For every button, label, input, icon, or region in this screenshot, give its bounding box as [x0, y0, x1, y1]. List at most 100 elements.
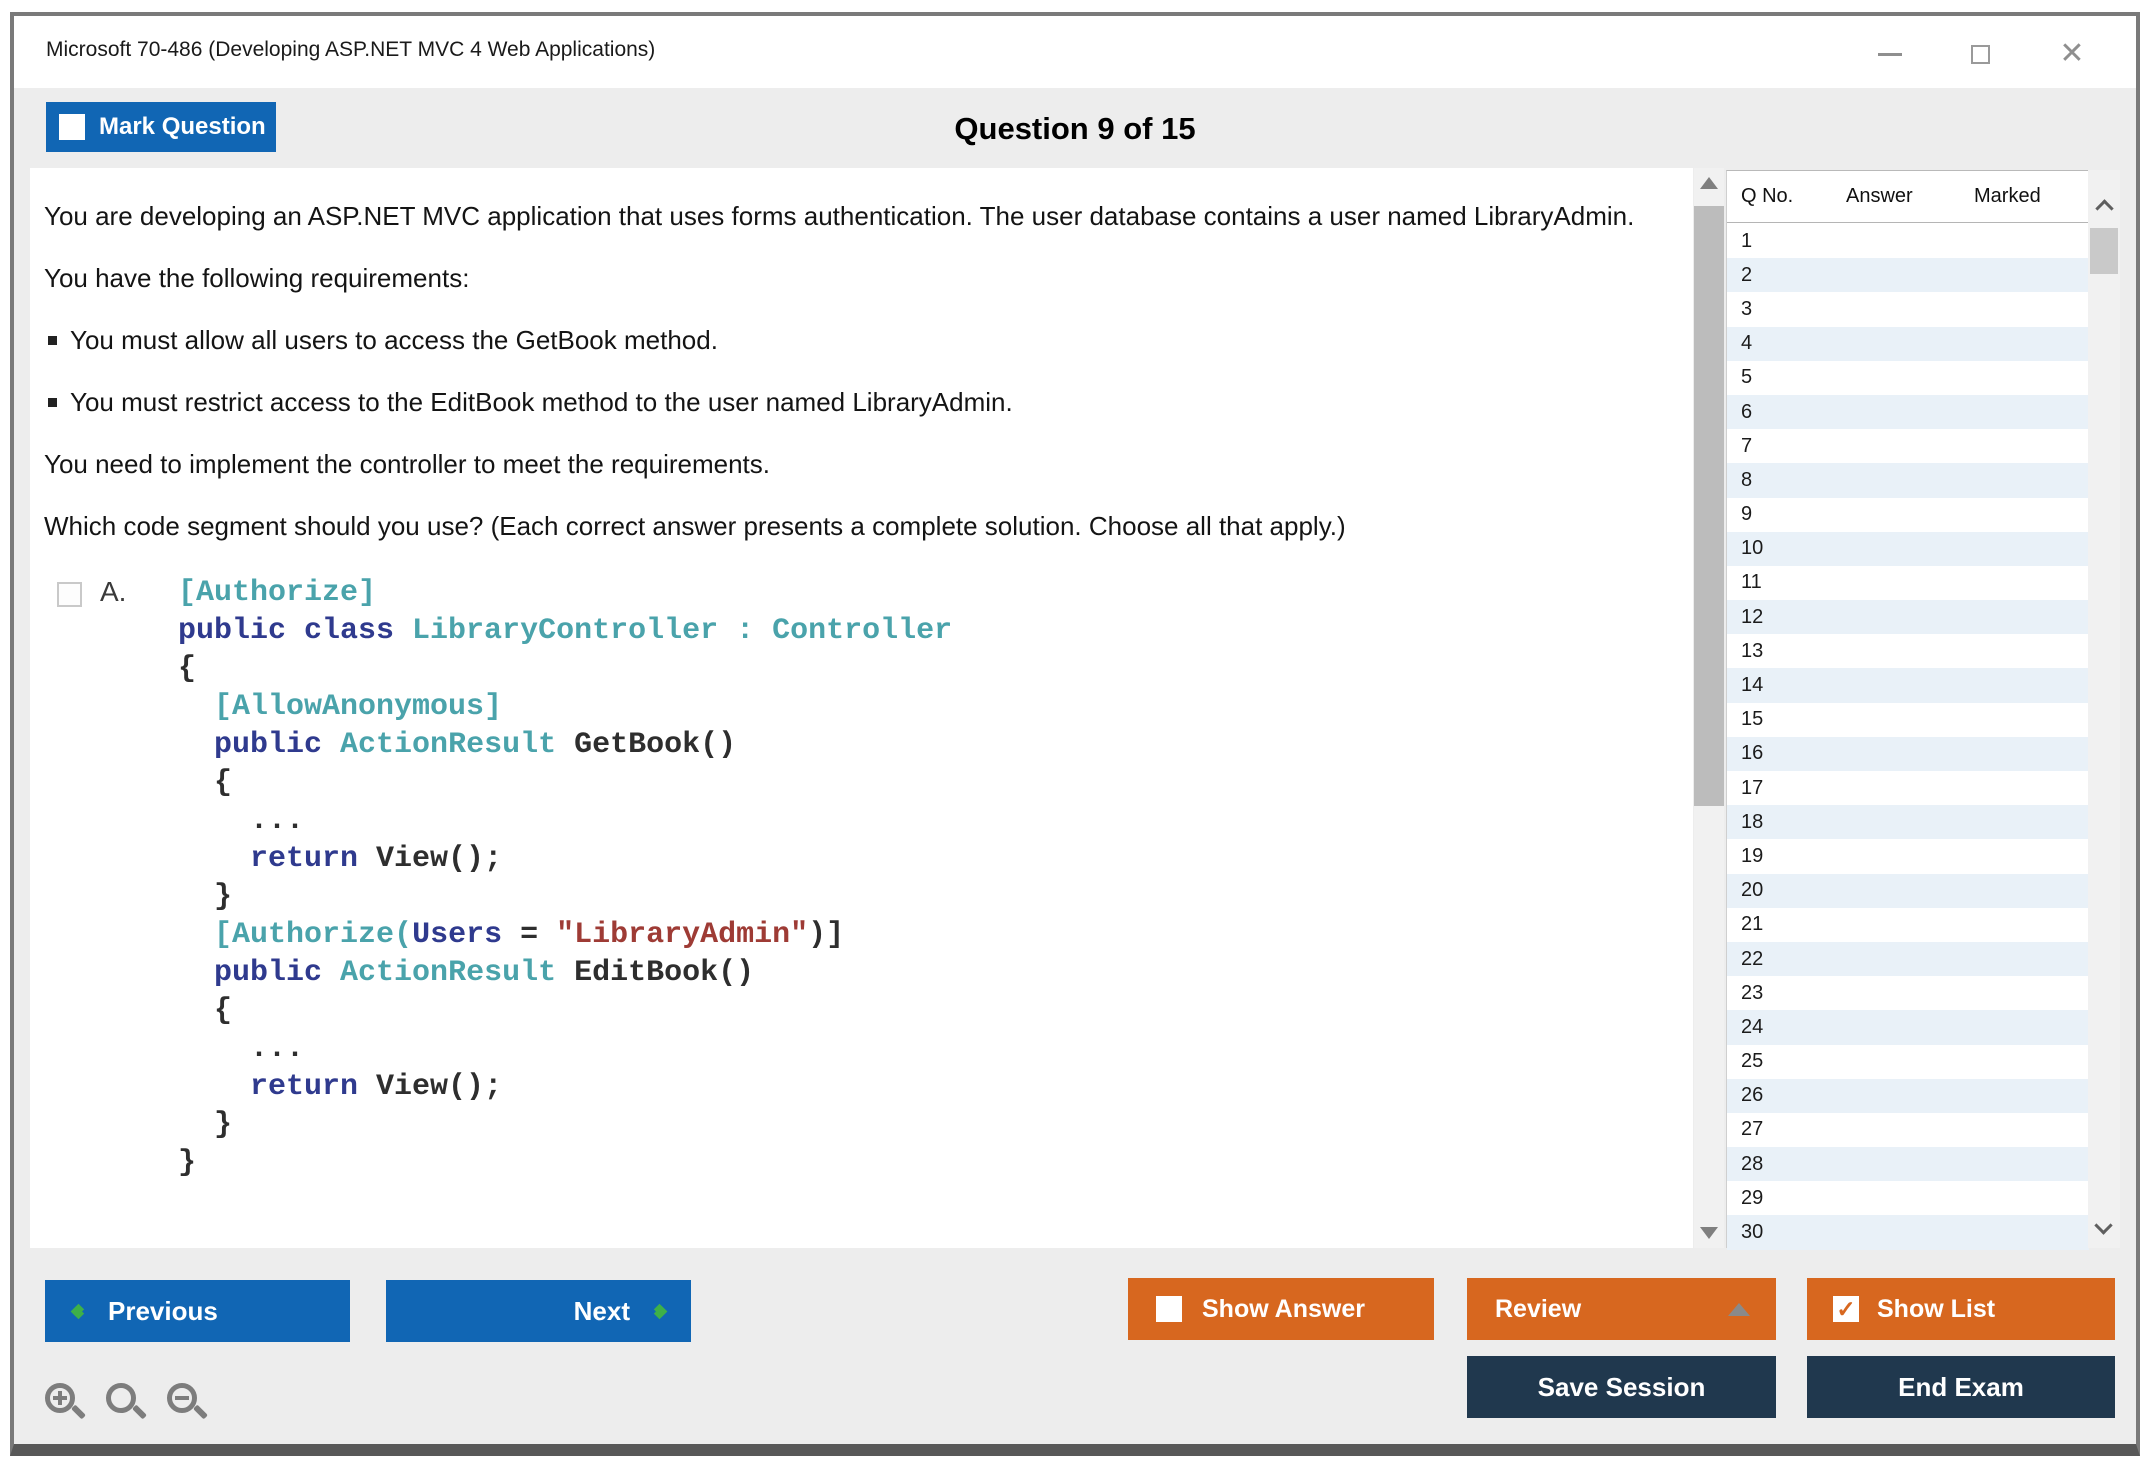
- previous-button[interactable]: Previous: [45, 1280, 350, 1342]
- question-list-row[interactable]: 20: [1727, 874, 2089, 908]
- question-list-row[interactable]: 19: [1727, 839, 2089, 873]
- next-button[interactable]: Next: [386, 1280, 691, 1342]
- question-list-row[interactable]: 5: [1727, 361, 2089, 395]
- review-button[interactable]: Review: [1467, 1278, 1776, 1340]
- show-answer-button[interactable]: Show Answer: [1128, 1278, 1434, 1340]
- save-session-button[interactable]: Save Session: [1467, 1356, 1776, 1418]
- row-question-number: 6: [1727, 401, 1832, 424]
- row-question-number: 19: [1727, 845, 1832, 868]
- row-question-number: 27: [1727, 1118, 1832, 1141]
- show-list-checkbox[interactable]: ✓: [1833, 1296, 1859, 1322]
- question-list-row[interactable]: 15: [1727, 703, 2089, 737]
- chevron-left-icon: [71, 1303, 87, 1319]
- row-question-number: 21: [1727, 913, 1832, 936]
- chevron-right-icon: [652, 1303, 668, 1319]
- question-list-row[interactable]: 14: [1727, 668, 2089, 702]
- question-list-row[interactable]: 25: [1727, 1045, 2089, 1079]
- zoom-in-icon[interactable]: [45, 1383, 89, 1427]
- row-question-number: 30: [1727, 1221, 1832, 1244]
- question-list-row[interactable]: 11: [1727, 566, 2089, 600]
- question-list-scrollbar-thumb[interactable]: [2090, 228, 2118, 274]
- question-list-row[interactable]: 26: [1727, 1079, 2089, 1113]
- column-answer: Answer: [1846, 185, 1913, 208]
- row-question-number: 25: [1727, 1050, 1832, 1073]
- row-question-number: 7: [1727, 435, 1832, 458]
- row-question-number: 14: [1727, 674, 1832, 697]
- question-list-row[interactable]: 24: [1727, 1010, 2089, 1044]
- row-question-number: 28: [1727, 1153, 1832, 1176]
- question-list-row[interactable]: 8: [1727, 463, 2089, 497]
- question-list-row[interactable]: 21: [1727, 908, 2089, 942]
- show-answer-checkbox[interactable]: [1156, 1296, 1182, 1322]
- list-scroll-up-icon[interactable]: [2095, 199, 2113, 217]
- review-label: Review: [1495, 1295, 1581, 1324]
- row-question-number: 9: [1727, 503, 1832, 526]
- zoom-out-icon[interactable]: [167, 1383, 211, 1427]
- save-session-label: Save Session: [1538, 1372, 1706, 1403]
- question-list-row[interactable]: 9: [1727, 498, 2089, 532]
- scroll-up-arrow-icon[interactable]: [1700, 177, 1718, 189]
- row-question-number: 11: [1727, 571, 1832, 594]
- magnifier-icon[interactable]: [106, 1383, 150, 1427]
- question-list-row[interactable]: 10: [1727, 532, 2089, 566]
- next-label: Next: [574, 1296, 630, 1327]
- question-list-row[interactable]: 23: [1727, 976, 2089, 1010]
- question-list-row[interactable]: 6: [1727, 395, 2089, 429]
- row-question-number: 23: [1727, 982, 1832, 1005]
- end-exam-label: End Exam: [1898, 1372, 2024, 1403]
- question-list-row[interactable]: 12: [1727, 600, 2089, 634]
- row-question-number: 29: [1727, 1187, 1832, 1210]
- maximize-button[interactable]: [1960, 34, 2000, 74]
- show-list-label: Show List: [1877, 1295, 1995, 1324]
- question-paragraph: You have the following requirements:: [44, 260, 1653, 296]
- row-question-number: 3: [1727, 298, 1832, 321]
- question-list-row[interactable]: 4: [1727, 327, 2089, 361]
- row-question-number: 12: [1727, 606, 1832, 629]
- question-panel: You are developing an ASP.NET MVC applic…: [30, 168, 1693, 1248]
- question-list-row[interactable]: 29: [1727, 1181, 2089, 1215]
- question-list-row[interactable]: 18: [1727, 805, 2089, 839]
- row-question-number: 2: [1727, 264, 1832, 287]
- question-list-scrollbar[interactable]: [2088, 170, 2120, 1248]
- app-window: Microsoft 70-486 (Developing ASP.NET MVC…: [10, 12, 2140, 1456]
- question-list-row[interactable]: 16: [1727, 737, 2089, 771]
- question-list-row[interactable]: 7: [1727, 429, 2089, 463]
- checkmark-icon: ✓: [1836, 1298, 1855, 1321]
- minimize-icon: [1878, 53, 1902, 56]
- zoom-toolbar: [45, 1383, 211, 1427]
- question-list-row[interactable]: 3: [1727, 292, 2089, 326]
- list-scroll-down-icon[interactable]: [2094, 1216, 2112, 1234]
- row-question-number: 17: [1727, 777, 1832, 800]
- question-list-row[interactable]: 27: [1727, 1113, 2089, 1147]
- question-scrollbar[interactable]: [1694, 168, 1724, 1248]
- option-a-checkbox[interactable]: [57, 582, 82, 607]
- scroll-down-arrow-icon[interactable]: [1700, 1227, 1718, 1239]
- question-list-row[interactable]: 22: [1727, 942, 2089, 976]
- question-list-row[interactable]: 17: [1727, 771, 2089, 805]
- close-button[interactable]: ✕: [2052, 34, 2092, 74]
- question-text: You are developing an ASP.NET MVC applic…: [44, 198, 1653, 544]
- row-question-number: 1: [1727, 230, 1832, 253]
- question-list-row[interactable]: 30: [1727, 1215, 2089, 1249]
- window-title: Microsoft 70-486 (Developing ASP.NET MVC…: [46, 38, 655, 62]
- row-question-number: 26: [1727, 1084, 1832, 1107]
- question-bullet: You must restrict access to the EditBook…: [44, 384, 1653, 420]
- column-qno: Q No.: [1741, 185, 1793, 208]
- title-bar: Microsoft 70-486 (Developing ASP.NET MVC…: [14, 16, 2136, 88]
- maximize-icon: [1971, 45, 1990, 64]
- question-list: Q No. Answer Marked 12345678910111213141…: [1726, 170, 2088, 1248]
- end-exam-button[interactable]: End Exam: [1807, 1356, 2115, 1418]
- code-snippet: [Authorize]public class LibraryControlle…: [178, 574, 1653, 1182]
- option-a-letter: A.: [100, 576, 126, 608]
- question-list-row[interactable]: 28: [1727, 1147, 2089, 1181]
- show-list-button[interactable]: ✓ Show List: [1807, 1278, 2115, 1340]
- question-list-row[interactable]: 1: [1727, 224, 2089, 258]
- question-scrollbar-thumb[interactable]: [1694, 206, 1724, 806]
- question-list-row[interactable]: 13: [1727, 634, 2089, 668]
- row-question-number: 16: [1727, 742, 1832, 765]
- row-question-number: 22: [1727, 948, 1832, 971]
- question-paragraph: You are developing an ASP.NET MVC applic…: [44, 198, 1653, 234]
- question-list-row[interactable]: 2: [1727, 258, 2089, 292]
- bullet-icon: [48, 398, 57, 407]
- minimize-button[interactable]: [1870, 34, 1910, 74]
